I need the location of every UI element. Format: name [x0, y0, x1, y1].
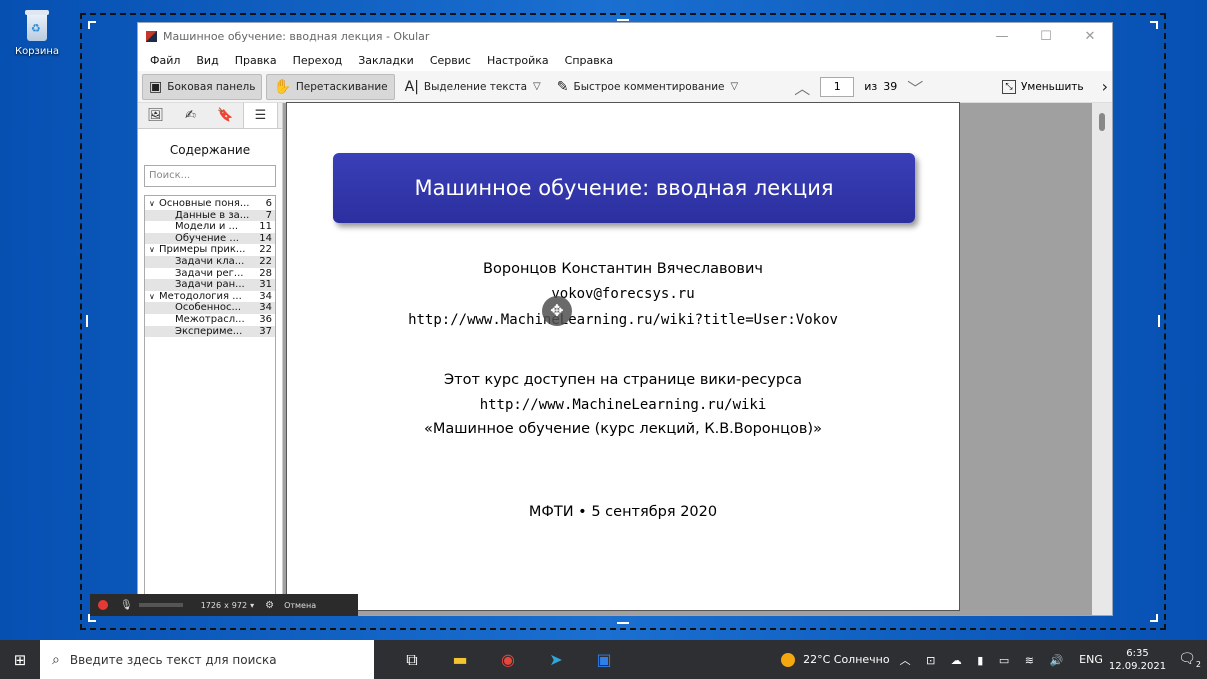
remote-desktop-icon[interactable]: ▣	[580, 650, 628, 670]
task-view-icon[interactable]: ⧉	[388, 650, 436, 670]
recycle-bin[interactable]: ♻ Корзина	[12, 8, 62, 57]
resize-handle-top-left[interactable]	[88, 21, 96, 29]
search-icon: ⌕	[52, 651, 60, 668]
windows-start-icon[interactable]: ⊞	[0, 651, 40, 669]
resize-handle-bottom-right[interactable]	[1150, 614, 1158, 622]
dimension-separator: x	[224, 600, 229, 610]
taskbar-search-placeholder: Введите здесь текст для поиска	[69, 652, 277, 667]
telegram-icon[interactable]: ➤	[532, 650, 580, 670]
file-explorer-icon[interactable]: ▬	[436, 650, 484, 670]
cancel-button[interactable]: Отмена	[284, 601, 316, 610]
pinned-apps: ⧉ ▬ ◉ ➤ ▣	[388, 650, 628, 670]
chrome-icon[interactable]: ◉	[484, 650, 532, 670]
clock-time: 6:35	[1126, 647, 1149, 659]
recording-region-frame[interactable]	[80, 13, 1166, 630]
notifications-icon[interactable]: 🗨2	[1178, 651, 1201, 669]
notification-count: 2	[1195, 659, 1201, 669]
region-height-field[interactable]: 972	[232, 601, 247, 610]
input-language[interactable]: ENG	[1079, 653, 1103, 666]
clock[interactable]: 6:35 12.09.2021	[1109, 647, 1166, 673]
recycle-bin-label: Корзина	[14, 46, 60, 57]
recycle-bin-icon: ♻	[22, 8, 52, 42]
resize-handle-top[interactable]	[617, 19, 629, 21]
size-dropdown-icon[interactable]: ▾	[250, 601, 254, 610]
clock-date: 12.09.2021	[1108, 660, 1167, 672]
taskbar-search[interactable]: ⌕ Введите здесь текст для поиска	[40, 640, 374, 679]
gear-icon[interactable]: ⚙	[265, 600, 274, 611]
resize-handle-bottom[interactable]	[617, 622, 629, 624]
resize-handle-right[interactable]	[1158, 315, 1160, 327]
resize-handle-left[interactable]	[86, 315, 88, 327]
record-button[interactable]	[98, 600, 108, 610]
region-width-field[interactable]: 1726	[201, 601, 221, 610]
tray-icons[interactable]: ︿ ⊡ ☁ ▮ ▭ ≋ 🔊	[900, 652, 1070, 668]
resize-handle-top-right[interactable]	[1150, 21, 1158, 29]
weather-sun-icon[interactable]	[781, 652, 796, 667]
audio-level-meter	[138, 603, 183, 607]
system-tray: 22°C Солнечно ︿ ⊡ ☁ ▮ ▭ ≋ 🔊 ENG 6:35 12.…	[781, 647, 1207, 673]
taskbar: ⊞ ⌕ Введите здесь текст для поиска ⧉ ▬ ◉…	[0, 640, 1207, 679]
microphone-icon[interactable]: 🎙	[120, 600, 133, 611]
recorder-toolbar: 🎙 1726 x 972 ▾ ⚙ Отмена	[90, 594, 358, 616]
weather-text[interactable]: 22°C Солнечно	[803, 653, 890, 666]
